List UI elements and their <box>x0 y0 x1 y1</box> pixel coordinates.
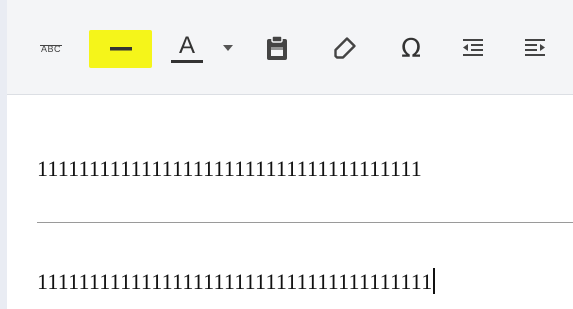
text-cursor <box>433 268 435 294</box>
special-character-button[interactable]: Ω <box>393 28 429 68</box>
clear-formatting-button[interactable] <box>327 28 363 68</box>
strikethrough-icon: ABC <box>39 44 62 54</box>
indent-icon <box>525 39 545 56</box>
horizontal-rule[interactable] <box>37 222 573 223</box>
indent-button[interactable] <box>519 28 551 68</box>
paste-icon <box>267 35 287 60</box>
horizontal-line-button[interactable] <box>89 30 152 68</box>
omega-icon: Ω <box>401 35 421 61</box>
text-color-button[interactable]: A <box>165 28 209 68</box>
outdent-button[interactable] <box>457 28 489 68</box>
text-color-dropdown[interactable] <box>217 28 239 68</box>
horizontal-line-icon <box>109 47 132 51</box>
editor-toolbar: ABC A Ω <box>7 0 573 95</box>
editor-content-area[interactable]: 1111111111111111111111111111111111111 11… <box>7 95 573 309</box>
left-edge <box>0 0 7 309</box>
strikethrough-button[interactable]: ABC <box>33 28 69 68</box>
paragraph-2[interactable]: 11111111111111111111111111111111111111 <box>37 268 435 295</box>
svg-text:Ω: Ω <box>401 35 421 61</box>
paragraph-2-text: 11111111111111111111111111111111111111 <box>37 269 433 294</box>
chevron-down-icon <box>223 45 233 51</box>
paste-button[interactable] <box>259 28 295 68</box>
text-color-icon: A <box>171 33 203 63</box>
paragraph-1[interactable]: 1111111111111111111111111111111111111 <box>37 156 422 182</box>
eraser-icon <box>334 37 356 59</box>
outdent-icon <box>463 39 483 56</box>
